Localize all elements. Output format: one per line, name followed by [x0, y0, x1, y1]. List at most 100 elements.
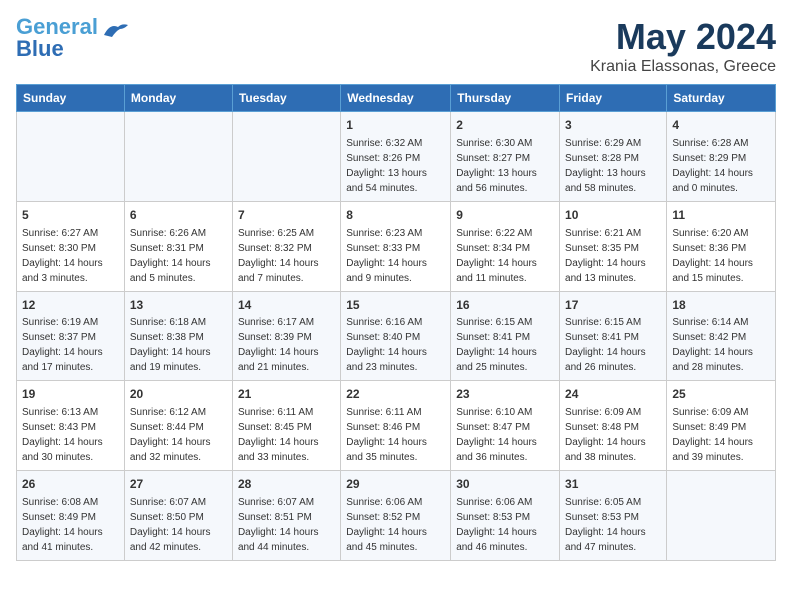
day-info: Sunrise: 6:08 AMSunset: 8:49 PMDaylight:… — [22, 497, 103, 553]
day-number: 22 — [346, 386, 445, 403]
week-row-0: 1 Sunrise: 6:32 AMSunset: 8:26 PMDaylight… — [17, 112, 776, 202]
day-cell: 14 Sunrise: 6:17 AMSunset: 8:39 PMDayligh… — [232, 291, 340, 381]
day-cell: 20 Sunrise: 6:12 AMSunset: 8:44 PMDayligh… — [124, 381, 232, 471]
day-number: 31 — [565, 476, 661, 493]
day-cell: 22Sunrise: 6:11 AMSunset: 8:46 PMDayligh… — [341, 381, 451, 471]
day-number: 6 — [130, 207, 227, 224]
day-cell: 2 Sunrise: 6:30 AMSunset: 8:27 PMDaylight… — [451, 112, 560, 202]
day-info: Sunrise: 6:32 AMSunset: 8:26 PMDaylight:… — [346, 138, 427, 194]
day-info: Sunrise: 6:07 AMSunset: 8:51 PMDaylight:… — [238, 497, 319, 553]
calendar-header: SundayMondayTuesdayWednesdayThursdayFrid… — [17, 85, 776, 112]
day-cell — [232, 112, 340, 202]
header-monday: Monday — [124, 85, 232, 112]
day-info: Sunrise: 6:14 AMSunset: 8:42 PMDaylight:… — [672, 317, 753, 373]
day-info: Sunrise: 6:09 AMSunset: 8:48 PMDaylight:… — [565, 407, 646, 463]
day-info: Sunrise: 6:18 AMSunset: 8:38 PMDaylight:… — [130, 317, 211, 373]
day-cell: 31 Sunrise: 6:05 AMSunset: 8:53 PMDayligh… — [560, 471, 667, 561]
day-info: Sunrise: 6:12 AMSunset: 8:44 PMDaylight:… — [130, 407, 211, 463]
day-number: 30 — [456, 476, 554, 493]
day-number: 17 — [565, 297, 661, 314]
page-header: General Blue May 2024 Krania Elassonas, … — [16, 16, 776, 76]
header-saturday: Saturday — [667, 85, 776, 112]
day-cell: 26 Sunrise: 6:08 AMSunset: 8:49 PMDayligh… — [17, 471, 125, 561]
day-info: Sunrise: 6:06 AMSunset: 8:52 PMDaylight:… — [346, 497, 427, 553]
day-cell: 1 Sunrise: 6:32 AMSunset: 8:26 PMDaylight… — [341, 112, 451, 202]
day-cell: 10Sunrise: 6:21 AMSunset: 8:35 PMDayligh… — [560, 201, 667, 291]
day-info: Sunrise: 6:09 AMSunset: 8:49 PMDaylight:… — [672, 407, 753, 463]
day-number: 24 — [565, 386, 661, 403]
day-cell: 19 Sunrise: 6:13 AMSunset: 8:43 PMDayligh… — [17, 381, 125, 471]
day-info: Sunrise: 6:07 AMSunset: 8:50 PMDaylight:… — [130, 497, 211, 553]
day-info: Sunrise: 6:05 AMSunset: 8:53 PMDaylight:… — [565, 497, 646, 553]
calendar-body: 1 Sunrise: 6:32 AMSunset: 8:26 PMDaylight… — [17, 112, 776, 561]
day-info: Sunrise: 6:11 AMSunset: 8:45 PMDaylight:… — [238, 407, 319, 463]
day-cell: 16 Sunrise: 6:15 AMSunset: 8:41 PMDayligh… — [451, 291, 560, 381]
day-number: 1 — [346, 117, 445, 134]
day-number: 5 — [22, 207, 119, 224]
day-cell: 6 Sunrise: 6:26 AMSunset: 8:31 PMDaylight… — [124, 201, 232, 291]
day-number: 28 — [238, 476, 335, 493]
day-cell: 27 Sunrise: 6:07 AMSunset: 8:50 PMDayligh… — [124, 471, 232, 561]
day-number: 15 — [346, 297, 445, 314]
day-number: 19 — [22, 386, 119, 403]
day-cell: 15 Sunrise: 6:16 AMSunset: 8:40 PMDayligh… — [341, 291, 451, 381]
logo-bird-icon — [102, 21, 130, 46]
day-number: 20 — [130, 386, 227, 403]
day-cell: 24 Sunrise: 6:09 AMSunset: 8:48 PMDayligh… — [560, 381, 667, 471]
day-cell: 13 Sunrise: 6:18 AMSunset: 8:38 PMDayligh… — [124, 291, 232, 381]
day-number: 14 — [238, 297, 335, 314]
day-cell: 9 Sunrise: 6:22 AMSunset: 8:34 PMDaylight… — [451, 201, 560, 291]
header-sunday: Sunday — [17, 85, 125, 112]
day-number: 26 — [22, 476, 119, 493]
subtitle: Krania Elassonas, Greece — [590, 58, 776, 76]
day-info: Sunrise: 6:25 AMSunset: 8:32 PMDaylight:… — [238, 228, 319, 284]
header-thursday: Thursday — [451, 85, 560, 112]
day-cell: 28 Sunrise: 6:07 AMSunset: 8:51 PMDayligh… — [232, 471, 340, 561]
day-info: Sunrise: 6:13 AMSunset: 8:43 PMDaylight:… — [22, 407, 103, 463]
day-info: Sunrise: 6:06 AMSunset: 8:53 PMDaylight:… — [456, 497, 537, 553]
week-row-2: 12 Sunrise: 6:19 AMSunset: 8:37 PMDayligh… — [17, 291, 776, 381]
day-cell: 21Sunrise: 6:11 AMSunset: 8:45 PMDayligh… — [232, 381, 340, 471]
day-info: Sunrise: 6:19 AMSunset: 8:37 PMDaylight:… — [22, 317, 103, 373]
calendar-table: SundayMondayTuesdayWednesdayThursdayFrid… — [16, 84, 776, 561]
day-info: Sunrise: 6:23 AMSunset: 8:33 PMDaylight:… — [346, 228, 427, 284]
day-info: Sunrise: 6:21 AMSunset: 8:35 PMDaylight:… — [565, 228, 646, 284]
day-info: Sunrise: 6:28 AMSunset: 8:29 PMDaylight:… — [672, 138, 753, 194]
day-number: 25 — [672, 386, 770, 403]
day-info: Sunrise: 6:10 AMSunset: 8:47 PMDaylight:… — [456, 407, 537, 463]
day-cell: 23Sunrise: 6:10 AMSunset: 8:47 PMDayligh… — [451, 381, 560, 471]
day-number: 4 — [672, 117, 770, 134]
day-number: 11 — [672, 207, 770, 224]
day-number: 18 — [672, 297, 770, 314]
day-info: Sunrise: 6:30 AMSunset: 8:27 PMDaylight:… — [456, 138, 537, 194]
day-info: Sunrise: 6:22 AMSunset: 8:34 PMDaylight:… — [456, 228, 537, 284]
day-cell: 30 Sunrise: 6:06 AMSunset: 8:53 PMDayligh… — [451, 471, 560, 561]
day-number: 12 — [22, 297, 119, 314]
day-number: 16 — [456, 297, 554, 314]
day-number: 9 — [456, 207, 554, 224]
day-info: Sunrise: 6:16 AMSunset: 8:40 PMDaylight:… — [346, 317, 427, 373]
header-tuesday: Tuesday — [232, 85, 340, 112]
day-info: Sunrise: 6:20 AMSunset: 8:36 PMDaylight:… — [672, 228, 753, 284]
logo: General Blue — [16, 16, 130, 60]
day-info: Sunrise: 6:26 AMSunset: 8:31 PMDaylight:… — [130, 228, 211, 284]
day-cell: 18 Sunrise: 6:14 AMSunset: 8:42 PMDayligh… — [667, 291, 776, 381]
week-row-1: 5Sunrise: 6:27 AMSunset: 8:30 PMDaylight… — [17, 201, 776, 291]
logo-text: General Blue — [16, 16, 98, 60]
title-block: May 2024 Krania Elassonas, Greece — [590, 16, 776, 76]
day-info: Sunrise: 6:17 AMSunset: 8:39 PMDaylight:… — [238, 317, 319, 373]
day-cell: 17 Sunrise: 6:15 AMSunset: 8:41 PMDayligh… — [560, 291, 667, 381]
day-cell: 25 Sunrise: 6:09 AMSunset: 8:49 PMDayligh… — [667, 381, 776, 471]
day-info: Sunrise: 6:15 AMSunset: 8:41 PMDaylight:… — [456, 317, 537, 373]
day-number: 13 — [130, 297, 227, 314]
day-number: 2 — [456, 117, 554, 134]
day-number: 27 — [130, 476, 227, 493]
day-info: Sunrise: 6:29 AMSunset: 8:28 PMDaylight:… — [565, 138, 646, 194]
day-info: Sunrise: 6:15 AMSunset: 8:41 PMDaylight:… — [565, 317, 646, 373]
day-cell: 4 Sunrise: 6:28 AMSunset: 8:29 PMDaylight… — [667, 112, 776, 202]
day-cell: 29 Sunrise: 6:06 AMSunset: 8:52 PMDayligh… — [341, 471, 451, 561]
day-cell: 11 Sunrise: 6:20 AMSunset: 8:36 PMDayligh… — [667, 201, 776, 291]
day-number: 29 — [346, 476, 445, 493]
header-row: SundayMondayTuesdayWednesdayThursdayFrid… — [17, 85, 776, 112]
day-number: 7 — [238, 207, 335, 224]
